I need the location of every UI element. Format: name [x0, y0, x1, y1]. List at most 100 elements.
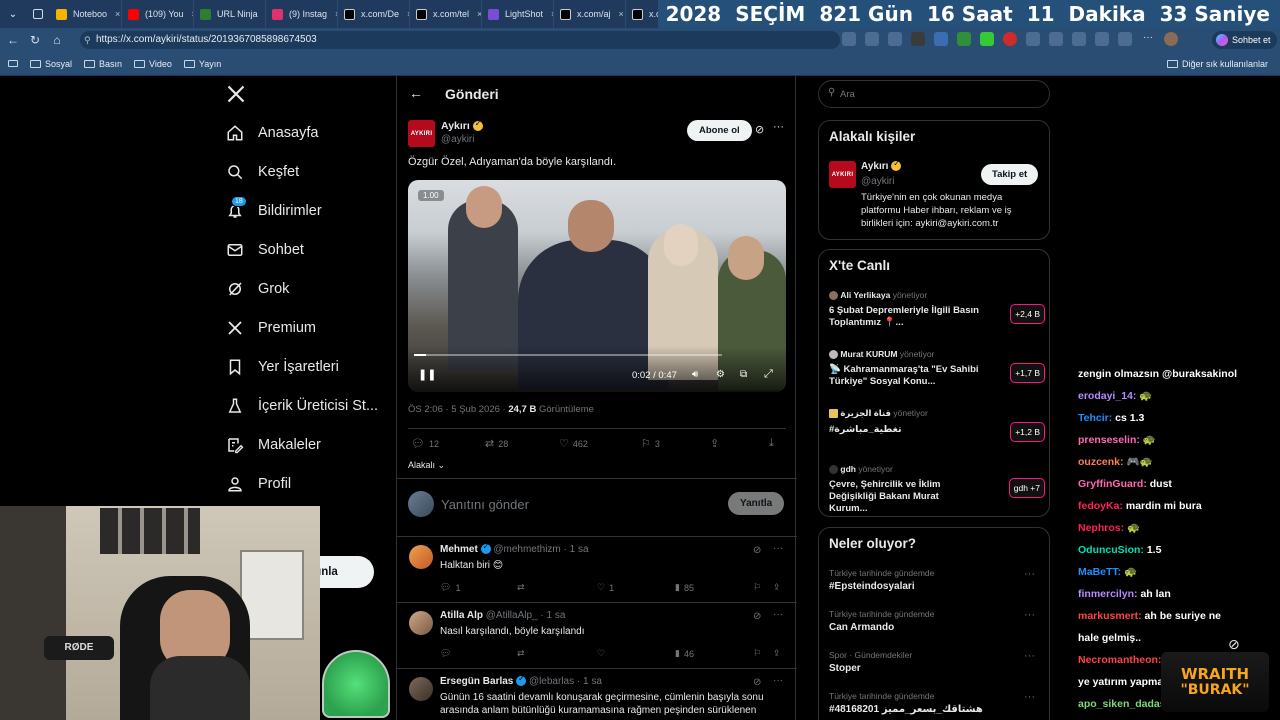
trend-item[interactable]: Türkiye tarihinde gündemde #Epsteindosyal… — [829, 568, 1045, 592]
other-bookmarks[interactable]: Diğer sık kullanılanlar — [1166, 59, 1268, 69]
extension-icon-5[interactable] — [1003, 32, 1017, 46]
reply-item[interactable]: Ersegün Barlas @lebarlas · 1 sa Günün 16… — [397, 668, 797, 720]
close-tab-icon[interactable]: × — [115, 9, 120, 19]
close-tab-icon[interactable]: × — [619, 9, 624, 19]
grid-icon[interactable] — [842, 32, 856, 46]
nav-chat[interactable]: Sohbet — [226, 241, 304, 259]
bookmark-action[interactable]: ⚐ 3 — [641, 437, 660, 450]
more-icon[interactable]: ··· — [1141, 32, 1155, 46]
chat-username[interactable]: Tehcir: — [1078, 412, 1112, 424]
reply-action[interactable]: 💬︎ 1 — [440, 582, 460, 593]
reload-icon[interactable]: ↻ — [24, 33, 46, 47]
bookmark-icon[interactable]: ⚐ — [753, 582, 761, 593]
chat-username[interactable]: Necromantheon: — [1078, 654, 1161, 666]
browser-tab[interactable]: URL Ninja× — [194, 0, 266, 28]
grok-float-icon[interactable]: ⊘ — [1228, 636, 1240, 653]
trend-item[interactable]: Türkiye tarihinde gündemde Can Armando ··· — [829, 609, 1045, 633]
my-avatar[interactable] — [408, 491, 434, 517]
more-options-icon[interactable]: ··· — [773, 675, 783, 686]
browser-tab[interactable]: x.com/De× — [338, 0, 410, 28]
favorite-icon[interactable] — [888, 32, 902, 46]
share-icon[interactable]: ⇪ — [710, 437, 719, 450]
video-progress-track[interactable] — [414, 354, 722, 356]
live-item[interactable]: gdh yönetiyor Çevre, Şehircilik ve İklim… — [829, 464, 1045, 515]
bookmark-video[interactable]: Video — [134, 59, 172, 69]
chat-username[interactable]: ouzcenk: — [1078, 456, 1124, 468]
avatar[interactable] — [409, 677, 433, 701]
profile-avatar-icon[interactable] — [1164, 32, 1178, 46]
playback-rate[interactable]: 1.00 — [418, 190, 444, 201]
reply-author[interactable]: Mehmet @mehmethizm · 1 sa — [440, 542, 589, 555]
copilot-chat-button[interactable]: Sohbet et — [1212, 31, 1277, 49]
relevance-selector[interactable]: Alakalı ⌄ — [408, 460, 445, 471]
related-name[interactable]: Aykırı — [861, 159, 902, 172]
more-options-icon[interactable]: ··· — [773, 609, 783, 620]
nav-explore[interactable]: Keşfet — [226, 163, 299, 181]
repost-action[interactable]: ⇄ — [517, 648, 525, 659]
grok-analyze-icon[interactable]: ⊘ — [755, 123, 764, 136]
like-action[interactable]: ♡ 1 — [597, 582, 614, 593]
nav-notifications[interactable]: 18 Bildirimler — [226, 196, 322, 220]
grok-analyze-icon[interactable]: ⊘ — [753, 677, 761, 688]
volume-icon[interactable]: 🔊︎ — [692, 369, 698, 380]
nav-articles[interactable]: Makaleler — [226, 436, 321, 454]
chat-username[interactable]: markusmert: — [1078, 610, 1142, 622]
x-logo-icon[interactable] — [226, 84, 248, 106]
author-handle[interactable]: @aykiri — [441, 134, 475, 145]
extension-icon-3[interactable] — [957, 32, 971, 46]
back-icon[interactable]: ← — [2, 33, 24, 47]
extension-icon-4[interactable] — [980, 32, 994, 46]
tab-menu-button[interactable]: ⌄ — [0, 0, 26, 28]
chat-username[interactable]: OduncuSion: — [1078, 544, 1144, 556]
nav-premium[interactable]: Premium — [226, 319, 316, 337]
chat-username[interactable]: GryffinGuard: — [1078, 478, 1147, 490]
views-action[interactable]: ▮ 46 — [675, 648, 694, 659]
tablet-icon[interactable] — [8, 60, 18, 67]
reply-action[interactable]: 💬︎ — [440, 648, 451, 659]
trend-item[interactable]: Spor · Gündemdekiler Stoper ··· — [829, 650, 1045, 674]
live-item[interactable]: Ali Yerlikaya yönetiyor 6 Şubat Depremle… — [829, 290, 1045, 329]
split-screen-icon[interactable] — [1049, 32, 1063, 46]
like-action[interactable]: ♡ — [597, 648, 605, 659]
back-arrow-icon[interactable]: ← — [409, 85, 423, 101]
browser-essentials-icon[interactable] — [1118, 32, 1132, 46]
collections-icon[interactable] — [1095, 32, 1109, 46]
extension-icon-1[interactable] — [911, 32, 925, 46]
author-name[interactable]: Aykırı — [441, 119, 483, 132]
read-aloud-icon[interactable] — [865, 32, 879, 46]
avatar[interactable] — [409, 611, 433, 635]
site-info-icon[interactable]: ⚲ — [84, 31, 91, 49]
trend-item[interactable]: Türkiye tarihinde gündemde #هشتاقك_بسعر_م… — [829, 691, 1045, 715]
live-item[interactable]: Murat KURUM yönetiyor 📡 Kahramanmaraş'ta… — [829, 349, 1045, 388]
more-options-icon[interactable]: ··· — [773, 121, 784, 133]
nav-home[interactable]: Anasayfa — [226, 124, 318, 142]
bookmark-basin[interactable]: Basın — [84, 59, 122, 69]
workspaces-icon[interactable] — [26, 0, 50, 28]
like-action[interactable]: ♡ 462 — [559, 437, 588, 450]
avatar[interactable] — [409, 545, 433, 569]
reply-input[interactable]: Yanıtını gönder — [441, 497, 529, 512]
share-icon[interactable]: ⇪ — [773, 648, 781, 659]
reply-item[interactable]: Mehmet @mehmethizm · 1 sa Halktan biri 😊… — [397, 536, 797, 602]
nav-bookmarks[interactable]: Yer İşaretleri — [226, 358, 339, 376]
grok-analyze-icon[interactable]: ⊘ — [753, 545, 761, 556]
nav-creator-studio[interactable]: İçerik Üreticisi St... — [226, 397, 378, 415]
live-badge[interactable]: +2,4 B — [1010, 304, 1045, 324]
chat-username[interactable]: Nephros: — [1078, 522, 1124, 534]
live-badge[interactable]: +1,2 B — [1010, 422, 1045, 442]
follow-button[interactable]: Takip et — [981, 164, 1039, 185]
extension-icon-2[interactable] — [934, 32, 948, 46]
search-input[interactable]: ⚲ Ara — [818, 80, 1050, 108]
favorites-icon[interactable] — [1072, 32, 1086, 46]
browser-tab[interactable]: LightShot× — [482, 0, 554, 28]
browser-tab[interactable]: (109) You× — [122, 0, 194, 28]
settings-icon[interactable]: ⚙ — [716, 369, 725, 380]
home-icon[interactable]: ⌂ — [46, 33, 68, 47]
video-player[interactable]: 1.00 ❚❚ 0:02 / 0:47 🔊︎ ⚙ ⧉ ⤢ — [408, 180, 786, 392]
browser-tab[interactable]: (9) Instag× — [266, 0, 338, 28]
related-handle[interactable]: @aykiri — [861, 176, 895, 187]
nav-grok[interactable]: Grok — [226, 280, 289, 298]
download-icon[interactable]: ⤓ — [769, 437, 774, 450]
browser-tab[interactable]: x.com/tel × — [410, 0, 482, 28]
reply-button[interactable]: Yanıtla — [728, 492, 785, 515]
